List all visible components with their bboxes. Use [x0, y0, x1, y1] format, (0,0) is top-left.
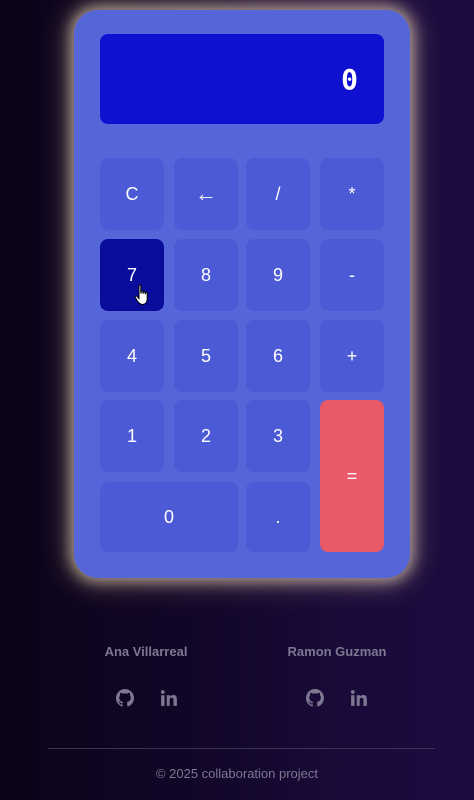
display-value: 0 [341, 62, 358, 96]
decimal-button[interactable]: . [246, 482, 310, 552]
calculator-display: 0 [100, 34, 384, 124]
nine-button[interactable]: 9 [246, 239, 310, 311]
seven-button[interactable]: 7 [100, 239, 164, 311]
author-name: Ramon Guzman [287, 644, 387, 659]
minus-button[interactable]: - [320, 239, 384, 311]
three-button[interactable]: 3 [246, 400, 310, 472]
backspace-button[interactable]: ← [174, 158, 238, 230]
one-button[interactable]: 1 [100, 400, 164, 472]
six-button[interactable]: 6 [246, 320, 310, 392]
linkedin-icon[interactable] [349, 688, 369, 708]
calculator: 0 C ← / * 7 8 9 - 4 5 6 + 1 2 3 = 0 . [74, 10, 410, 578]
copyright-text: © 2025 collaboration project [155, 766, 319, 781]
clear-button[interactable]: C [100, 158, 164, 230]
author-name: Ana Villarreal [104, 644, 188, 659]
github-icon[interactable] [115, 688, 135, 708]
equals-button[interactable]: = [320, 400, 384, 552]
footer: Ana Villarreal Ramon Guzman © 2025 colla… [0, 600, 474, 800]
linkedin-icon[interactable] [159, 688, 179, 708]
eight-button[interactable]: 8 [174, 239, 238, 311]
four-button[interactable]: 4 [100, 320, 164, 392]
footer-divider [48, 748, 435, 749]
two-button[interactable]: 2 [174, 400, 238, 472]
five-button[interactable]: 5 [174, 320, 238, 392]
backspace-arrow-icon: ← [195, 181, 217, 206]
multiply-button[interactable]: * [320, 158, 384, 230]
zero-button[interactable]: 0 [100, 482, 238, 552]
hand-pointer-icon [134, 284, 148, 306]
plus-button[interactable]: + [320, 320, 384, 392]
github-icon[interactable] [305, 688, 325, 708]
divide-button[interactable]: / [246, 158, 310, 230]
